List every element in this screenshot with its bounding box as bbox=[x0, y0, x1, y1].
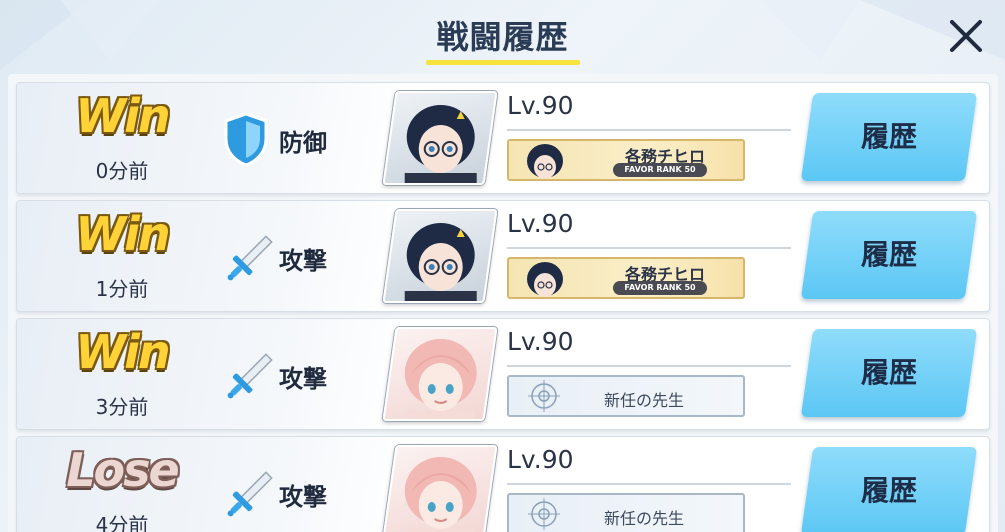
sword-icon bbox=[227, 235, 273, 281]
plate-thumbnail bbox=[513, 261, 577, 297]
plate-character-thumbnail bbox=[527, 144, 563, 179]
opponent-portrait bbox=[382, 445, 498, 532]
mode-icon bbox=[221, 465, 273, 521]
character-portrait-art bbox=[404, 339, 477, 421]
divider bbox=[507, 365, 791, 367]
divider bbox=[507, 483, 791, 485]
opponent-level: Lv.90 bbox=[507, 445, 574, 474]
page-title: 戦闘履歴 bbox=[436, 18, 569, 56]
character-portrait-art bbox=[404, 105, 477, 185]
opponent-portrait bbox=[382, 91, 498, 185]
close-button[interactable] bbox=[944, 14, 988, 58]
battle-history-list[interactable]: Win 0分前 防御 Lv.90 各務チヒロ FAVOR RANK 50 履歴 … bbox=[0, 70, 1005, 532]
time-ago: 0分前 bbox=[95, 159, 149, 183]
history-button-label: 履歴 bbox=[860, 474, 917, 507]
opponent-level: Lv.90 bbox=[507, 327, 574, 356]
player-title: 新任の先生 bbox=[603, 391, 684, 410]
shield-icon bbox=[224, 112, 268, 167]
plate-character-thumbnail bbox=[527, 262, 563, 297]
time-ago: 3分前 bbox=[95, 395, 149, 419]
history-button-label: 履歴 bbox=[860, 356, 917, 389]
history-button[interactable]: 履歴 bbox=[800, 93, 978, 181]
time-ago: 4分前 bbox=[95, 513, 149, 532]
mode-icon bbox=[221, 111, 271, 167]
close-icon bbox=[950, 20, 982, 52]
mode-label: 攻撃 bbox=[279, 247, 327, 275]
history-button[interactable]: 履歴 bbox=[800, 211, 978, 299]
history-button[interactable]: 履歴 bbox=[800, 329, 978, 417]
mode-icon bbox=[221, 347, 273, 403]
history-button-label: 履歴 bbox=[860, 238, 917, 271]
opponent-level: Lv.90 bbox=[507, 209, 574, 238]
plate-thumbnail bbox=[513, 143, 577, 179]
name-plate: 各務チヒロ FAVOR RANK 50 bbox=[507, 257, 745, 299]
mode-label: 攻撃 bbox=[279, 483, 327, 511]
history-button-label: 履歴 bbox=[860, 120, 917, 153]
opponent-level: Lv.90 bbox=[507, 91, 574, 120]
mode-icon bbox=[221, 229, 273, 285]
result-label: Win bbox=[75, 207, 170, 261]
sword-icon bbox=[227, 471, 273, 517]
name-plate: 新任の先生 bbox=[507, 375, 745, 417]
divider bbox=[507, 247, 791, 249]
name-plate: 各務チヒロ FAVOR RANK 50 bbox=[507, 139, 745, 181]
history-row: Win 3分前 攻撃 Lv.90 新任の先生 履歴 bbox=[16, 318, 990, 430]
history-row: Win 0分前 防御 Lv.90 各務チヒロ FAVOR RANK 50 履歴 bbox=[16, 82, 990, 194]
time-ago: 1分前 bbox=[95, 277, 149, 301]
mode-label: 防御 bbox=[279, 129, 327, 157]
divider bbox=[507, 129, 791, 131]
favor-rank-badge: FAVOR RANK 50 bbox=[613, 163, 707, 177]
player-title: 新任の先生 bbox=[603, 509, 684, 528]
result-label: Win bbox=[75, 89, 170, 143]
sword-icon bbox=[227, 353, 273, 399]
history-row: Lose 4分前 攻撃 Lv.90 新任の先生 履歴 bbox=[16, 436, 990, 532]
favor-rank-badge: FAVOR RANK 50 bbox=[613, 281, 707, 295]
header: 戦闘履歴 bbox=[0, 0, 1005, 70]
history-row: Win 1分前 攻撃 Lv.90 各務チヒロ FAVOR RANK 50 履歴 bbox=[16, 200, 990, 312]
title-underline bbox=[426, 60, 580, 65]
result-label: Win bbox=[75, 325, 170, 379]
name-plate: 新任の先生 bbox=[507, 493, 745, 532]
opponent-portrait bbox=[382, 327, 498, 421]
character-portrait-art bbox=[404, 457, 477, 532]
opponent-portrait bbox=[382, 209, 498, 303]
mode-label: 攻撃 bbox=[279, 365, 327, 393]
character-portrait-art bbox=[404, 223, 477, 303]
history-button[interactable]: 履歴 bbox=[800, 447, 978, 532]
result-label: Lose bbox=[66, 443, 180, 497]
